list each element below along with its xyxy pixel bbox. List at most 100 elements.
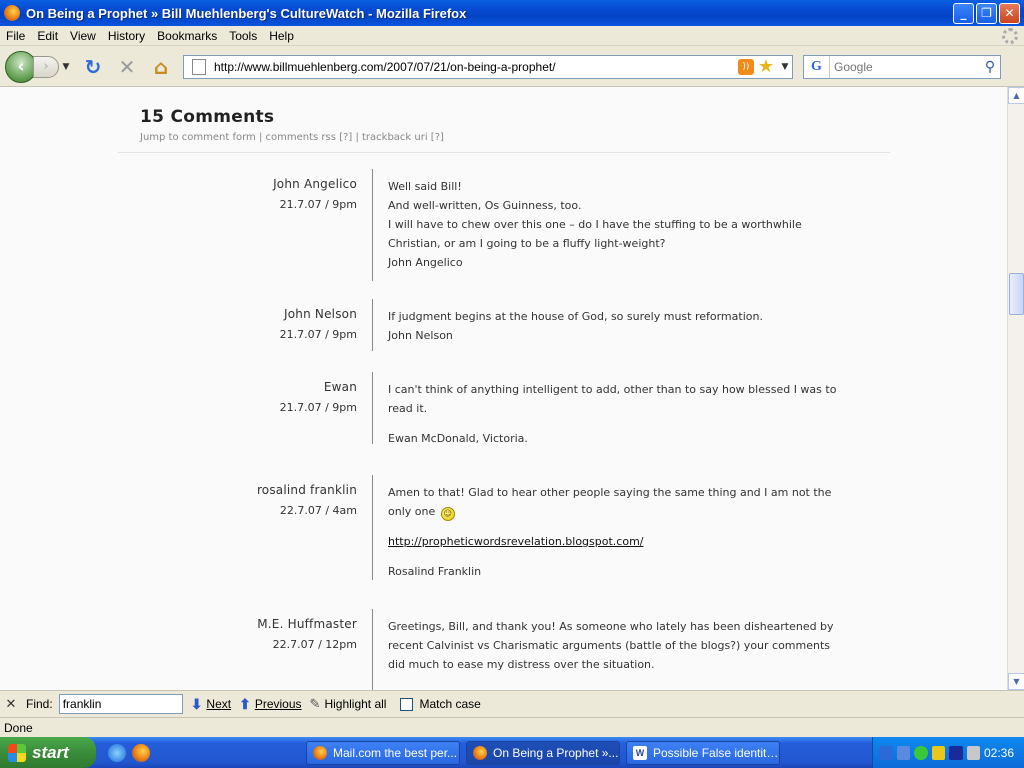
menu-history[interactable]: History xyxy=(102,29,151,43)
bookmark-star-icon[interactable]: ★ xyxy=(758,56,774,77)
menu-help[interactable]: Help xyxy=(263,29,300,43)
menu-view[interactable]: View xyxy=(64,29,102,43)
scroll-up-icon[interactable]: ▲ xyxy=(1008,87,1024,104)
system-tray: 02:36 xyxy=(872,737,1024,768)
comment-line: I can't think of anything intelligent to… xyxy=(388,383,837,415)
close-button[interactable]: ✕ xyxy=(999,2,1020,24)
start-button[interactable]: start xyxy=(0,737,96,768)
menu-edit[interactable]: Edit xyxy=(31,29,64,43)
comment-divider xyxy=(372,299,373,351)
comment-signature: John Nelson xyxy=(388,329,453,342)
word-document-icon: W xyxy=(633,745,647,760)
search-input[interactable] xyxy=(830,59,980,74)
comments-title: 15 Comments xyxy=(140,107,275,127)
menu-file[interactable]: File xyxy=(0,29,31,43)
match-case-toggle[interactable]: Match case xyxy=(400,697,481,711)
close-find-icon[interactable]: ✕ xyxy=(0,696,22,712)
google-engine-icon[interactable]: G xyxy=(804,55,830,78)
find-previous-button[interactable]: ⬆ Previous xyxy=(239,696,301,713)
search-magnifier-icon[interactable]: ⚲ xyxy=(980,59,1000,75)
tray-chevron-icon[interactable] xyxy=(879,745,893,760)
comment-author: rosalind franklin xyxy=(256,483,357,497)
status-green-icon[interactable] xyxy=(914,745,928,760)
internet-explorer-icon[interactable] xyxy=(108,743,126,762)
quick-launch xyxy=(108,743,156,762)
match-case-label: Match case xyxy=(419,697,481,711)
find-input[interactable] xyxy=(58,694,183,714)
comment-divider xyxy=(372,169,373,281)
firefox-task-icon xyxy=(313,745,327,760)
windows-flag-icon xyxy=(8,743,26,762)
windows-update-icon[interactable] xyxy=(931,745,945,760)
network-icon[interactable] xyxy=(896,745,910,760)
highlight-all-button[interactable]: ✎ Highlight all xyxy=(310,696,387,712)
task-label: On Being a Prophet »... xyxy=(493,745,619,760)
stop-icon[interactable]: ✕ xyxy=(113,53,141,81)
comment-link[interactable]: http://propheticwordsrevelation.blogspot… xyxy=(388,535,644,548)
comment-signature: Rosalind Franklin xyxy=(388,565,482,578)
trackback-uri-link[interactable]: trackback uri [?] xyxy=(362,132,444,143)
volume-icon[interactable] xyxy=(966,745,980,760)
forward-button[interactable]: › xyxy=(33,55,59,78)
comment-line: If judgment begins at the house of God, … xyxy=(388,310,763,323)
smiley-icon: ☺ xyxy=(440,507,455,521)
firefox-quicklaunch-icon[interactable] xyxy=(132,743,150,762)
url-bar[interactable]: )) ★ ▼ xyxy=(183,54,793,79)
reload-icon[interactable]: ↻ xyxy=(79,53,107,81)
comment-body: I can't think of anything intelligent to… xyxy=(388,380,850,448)
comment-date: 21.7.07 / 9pm xyxy=(279,401,357,414)
media-player-icon[interactable] xyxy=(949,745,963,760)
task-button-mail[interactable]: Mail.com the best per... xyxy=(306,740,460,765)
windows-taskbar: start Mail.com the best per... On Being … xyxy=(0,737,1024,768)
menu-bookmarks[interactable]: Bookmarks xyxy=(151,29,223,43)
vertical-scrollbar[interactable]: ▲ ▼ xyxy=(1007,87,1024,690)
menu-bar: File Edit View History Bookmarks Tools H… xyxy=(0,26,1024,46)
header-divider xyxy=(118,152,890,153)
comment-line: http://propheticwordsrevelation.blogspot… xyxy=(388,532,850,551)
history-dropdown-icon[interactable]: ▼ xyxy=(59,56,73,78)
comment-body: Amen to that! Glad to hear other people … xyxy=(388,483,850,581)
comment-body: Well said Bill! And well-written, Os Gui… xyxy=(388,177,850,272)
comment-line: Amen to that! Glad to hear other people … xyxy=(388,483,850,521)
jump-to-form-link[interactable]: Jump to comment form xyxy=(140,132,256,143)
comment-date: 21.7.07 / 9pm xyxy=(279,328,357,341)
minimize-button[interactable]: _ xyxy=(953,2,974,24)
match-case-checkbox[interactable] xyxy=(400,697,414,711)
comment-author: Ewan xyxy=(323,380,357,394)
comment-meta: rosalind franklin 22.7.07 / 4am xyxy=(140,483,357,517)
highlighter-icon: ✎ xyxy=(309,696,321,711)
task-button-word[interactable]: W Possible False identiti... xyxy=(626,740,780,765)
comment-divider xyxy=(372,609,373,690)
arrow-up-icon: ⬆ xyxy=(239,695,251,712)
comment-body: Greetings, Bill, and thank you! As someo… xyxy=(388,617,850,674)
page-icon xyxy=(192,58,206,75)
search-bar[interactable]: G ⚲ xyxy=(803,54,1001,79)
window-titlebar[interactable]: On Being a Prophet » Bill Muehlenberg's … xyxy=(0,0,1024,26)
task-label: Mail.com the best per... xyxy=(333,745,458,760)
url-dropdown-icon[interactable]: ▼ xyxy=(778,62,792,72)
scroll-thumb[interactable] xyxy=(1009,273,1024,315)
comments-rss-link[interactable]: comments rss [?] xyxy=(266,132,353,143)
clock: 02:36 xyxy=(984,745,1015,760)
task-label: Possible False identiti... xyxy=(653,745,779,760)
rss-feed-icon[interactable]: )) xyxy=(737,58,754,75)
task-button-prophet[interactable]: On Being a Prophet »... xyxy=(466,740,620,765)
menu-tools[interactable]: Tools xyxy=(223,29,263,43)
comment-date: 22.7.07 / 12pm xyxy=(272,638,357,651)
firefox-icon xyxy=(4,5,20,21)
find-next-button[interactable]: ⬇ Next xyxy=(191,696,231,713)
comment-date: 22.7.07 / 4am xyxy=(279,504,357,517)
comment-author: M.E. Huffmaster xyxy=(257,617,357,631)
scroll-down-icon[interactable]: ▼ xyxy=(1008,673,1024,690)
comment-author: John Angelico xyxy=(273,177,357,191)
status-bar: Done xyxy=(0,717,1024,737)
comments-links: Jump to comment form | comments rss [?] … xyxy=(140,132,444,143)
comment-meta: M.E. Huffmaster 22.7.07 / 12pm xyxy=(140,617,357,651)
restore-button[interactable]: ❐ xyxy=(976,2,997,24)
comment-signature: Ewan McDonald, Victoria. xyxy=(388,432,528,445)
comment-line: Greetings, Bill, and thank you! As someo… xyxy=(388,620,834,671)
comment-meta: John Nelson 21.7.07 / 9pm xyxy=(140,307,357,341)
url-input[interactable] xyxy=(214,59,738,74)
status-text: Done xyxy=(4,720,33,735)
home-icon[interactable]: ⌂ xyxy=(147,53,175,81)
